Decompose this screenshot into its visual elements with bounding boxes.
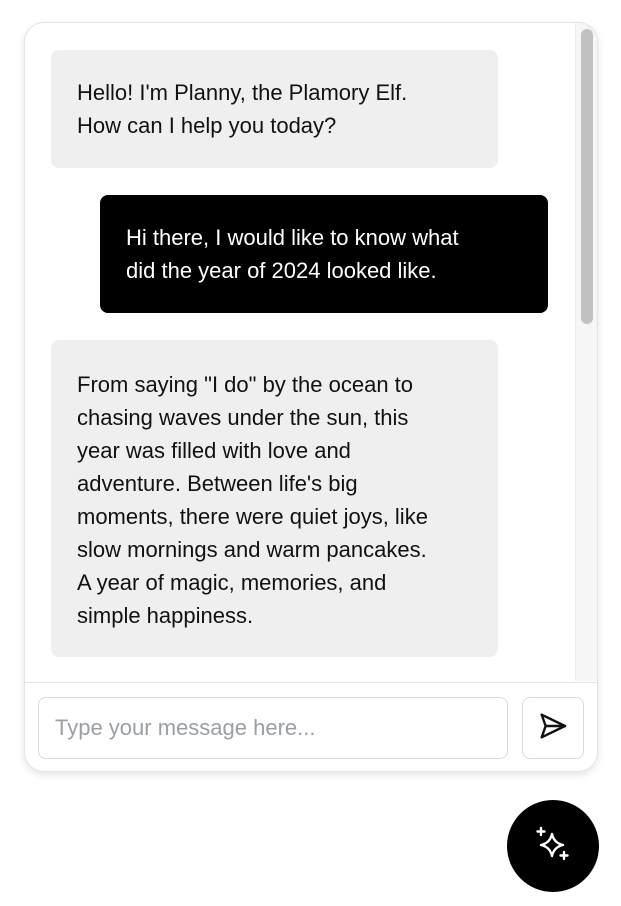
sparkles-icon bbox=[533, 824, 573, 869]
message-input[interactable] bbox=[38, 697, 508, 759]
composer bbox=[25, 682, 597, 771]
message-list: Hello! I'm Planny, the Plamory Elf. How … bbox=[25, 23, 575, 681]
assistant-message: From saying "I do" by the ocean to chasi… bbox=[51, 340, 498, 657]
scrollbar-thumb[interactable] bbox=[581, 29, 593, 324]
send-button[interactable] bbox=[522, 697, 584, 759]
chat-launcher-button[interactable] bbox=[507, 800, 599, 892]
user-message: Hi there, I would like to know what did … bbox=[100, 195, 548, 313]
assistant-message: Hello! I'm Planny, the Plamory Elf. How … bbox=[51, 50, 498, 168]
send-icon bbox=[537, 710, 569, 747]
chat-window: Hello! I'm Planny, the Plamory Elf. How … bbox=[24, 22, 598, 772]
